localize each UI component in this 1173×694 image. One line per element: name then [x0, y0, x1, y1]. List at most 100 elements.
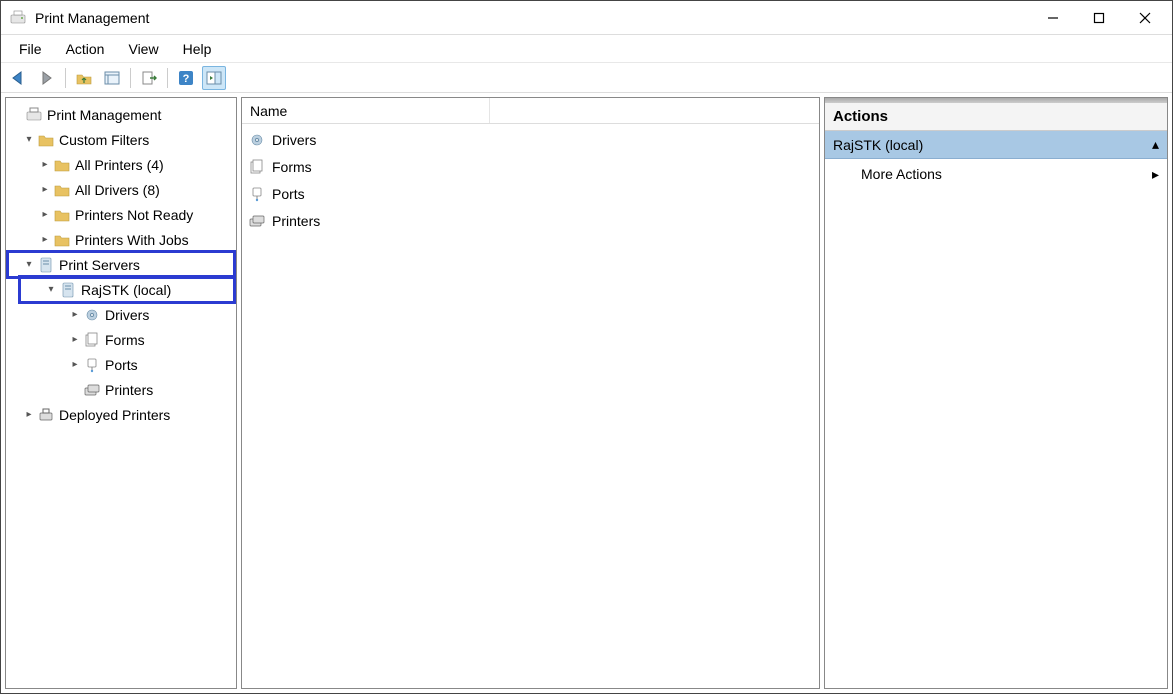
- toolbar-separator: [130, 68, 131, 88]
- tree-printers[interactable]: ▸ Printers: [8, 377, 234, 402]
- chevron-down-icon[interactable]: ▾: [22, 133, 36, 147]
- tree-root-print-management[interactable]: ▶ Print Management: [8, 102, 234, 127]
- port-icon: [248, 185, 266, 203]
- chevron-right-icon[interactable]: ▸: [38, 183, 52, 197]
- tree-label: All Drivers (8): [75, 182, 160, 198]
- server-icon: [59, 281, 77, 299]
- chevron-right-icon[interactable]: ▸: [68, 333, 82, 347]
- actions-header: Actions: [825, 103, 1167, 131]
- window-controls: [1030, 3, 1168, 33]
- list-item-label: Ports: [272, 186, 305, 202]
- chevron-down-icon[interactable]: ▾: [22, 258, 36, 272]
- chevron-right-icon[interactable]: ▸: [22, 408, 36, 422]
- up-folder-button[interactable]: [72, 66, 96, 90]
- collapse-icon[interactable]: ▴: [1152, 136, 1159, 153]
- printers-icon: [248, 212, 266, 230]
- printer-icon: [37, 406, 55, 424]
- tree-label: Forms: [105, 332, 145, 348]
- tree-label: Print Management: [47, 107, 161, 123]
- back-button[interactable]: [7, 66, 31, 90]
- list-pane: Name Drivers Forms Ports Printers: [241, 97, 820, 689]
- tree-custom-filters[interactable]: ▾ Custom Filters: [8, 127, 234, 152]
- list-item-label: Printers: [272, 213, 320, 229]
- printers-icon: [83, 381, 101, 399]
- menu-help[interactable]: Help: [171, 38, 224, 60]
- tree-label: Drivers: [105, 307, 149, 323]
- print-management-icon: [25, 106, 43, 124]
- tree-label: Custom Filters: [59, 132, 149, 148]
- tree-label: Printers: [105, 382, 153, 398]
- gear-icon: [83, 306, 101, 324]
- list-body: Drivers Forms Ports Printers: [242, 124, 819, 236]
- help-button[interactable]: ?: [174, 66, 198, 90]
- tree-pane: ▶ Print Management ▾ Custom Filters ▸ Al…: [5, 97, 237, 689]
- tree-server-rajstk[interactable]: ▾ RajSTK (local): [20, 277, 234, 302]
- menu-action[interactable]: Action: [54, 38, 117, 60]
- tree-label: RajSTK (local): [81, 282, 171, 298]
- chevron-right-icon[interactable]: ▸: [68, 358, 82, 372]
- form-icon: [248, 158, 266, 176]
- chevron-right-icon[interactable]: ▸: [38, 233, 52, 247]
- actions-group-header[interactable]: RajSTK (local) ▴: [825, 131, 1167, 159]
- tree-label: Ports: [105, 357, 138, 373]
- form-icon: [83, 331, 101, 349]
- folder-icon: [37, 131, 55, 149]
- column-name[interactable]: Name: [250, 98, 490, 123]
- svg-text:?: ?: [183, 73, 190, 85]
- content-area: ▶ Print Management ▾ Custom Filters ▸ Al…: [1, 93, 1172, 693]
- list-item-forms[interactable]: Forms: [242, 153, 819, 180]
- folder-icon: [53, 206, 71, 224]
- menu-file[interactable]: File: [7, 38, 54, 60]
- list-item-printers[interactable]: Printers: [242, 207, 819, 234]
- port-icon: [83, 356, 101, 374]
- actions-row-label: More Actions: [861, 166, 942, 182]
- tree-all-drivers[interactable]: ▸ All Drivers (8): [8, 177, 234, 202]
- toolbar: ?: [1, 63, 1172, 93]
- menu-view[interactable]: View: [116, 38, 170, 60]
- tree-drivers[interactable]: ▸ Drivers: [8, 302, 234, 327]
- tree-forms[interactable]: ▸ Forms: [8, 327, 234, 352]
- list-item-drivers[interactable]: Drivers: [242, 126, 819, 153]
- maximize-button[interactable]: [1076, 3, 1122, 33]
- tree-deployed-printers[interactable]: ▸ Deployed Printers: [8, 402, 234, 427]
- chevron-right-icon[interactable]: ▸: [68, 308, 82, 322]
- export-button[interactable]: [137, 66, 161, 90]
- list-item-ports[interactable]: Ports: [242, 180, 819, 207]
- folder-icon: [53, 156, 71, 174]
- minimize-button[interactable]: [1030, 3, 1076, 33]
- chevron-right-icon: ▸: [1152, 166, 1159, 183]
- actions-more-actions[interactable]: More Actions ▸: [825, 159, 1167, 189]
- tree-all-printers[interactable]: ▸ All Printers (4): [8, 152, 234, 177]
- menubar: File Action View Help: [1, 35, 1172, 63]
- tree-label: Printers Not Ready: [75, 207, 193, 223]
- chevron-right-icon[interactable]: ▸: [38, 208, 52, 222]
- tree: ▶ Print Management ▾ Custom Filters ▸ Al…: [8, 102, 234, 427]
- tree-label: Print Servers: [59, 257, 140, 273]
- server-icon: [37, 256, 55, 274]
- list-item-label: Forms: [272, 159, 312, 175]
- close-button[interactable]: [1122, 3, 1168, 33]
- tree-ports[interactable]: ▸ Ports: [8, 352, 234, 377]
- gear-icon: [248, 131, 266, 149]
- tree-label: Deployed Printers: [59, 407, 170, 423]
- list-item-label: Drivers: [272, 132, 316, 148]
- window-title: Print Management: [35, 10, 1030, 26]
- toolbar-separator: [167, 68, 168, 88]
- folder-icon: [53, 231, 71, 249]
- tree-label: Printers With Jobs: [75, 232, 189, 248]
- forward-button[interactable]: [35, 66, 59, 90]
- tree-label: All Printers (4): [75, 157, 164, 173]
- chevron-right-icon[interactable]: ▸: [38, 158, 52, 172]
- properties-button[interactable]: [100, 66, 124, 90]
- list-header[interactable]: Name: [242, 98, 819, 124]
- chevron-down-icon[interactable]: ▾: [44, 283, 58, 297]
- show-action-pane-button[interactable]: [202, 66, 226, 90]
- tree-printers-not-ready[interactable]: ▸ Printers Not Ready: [8, 202, 234, 227]
- tree-printers-with-jobs[interactable]: ▸ Printers With Jobs: [8, 227, 234, 252]
- tree-print-servers[interactable]: ▾ Print Servers: [8, 252, 234, 277]
- app-icon: [9, 9, 27, 27]
- print-management-window: Print Management File Action View Help ?: [0, 0, 1173, 694]
- folder-icon: [53, 181, 71, 199]
- actions-group-label: RajSTK (local): [833, 137, 923, 153]
- toolbar-separator: [65, 68, 66, 88]
